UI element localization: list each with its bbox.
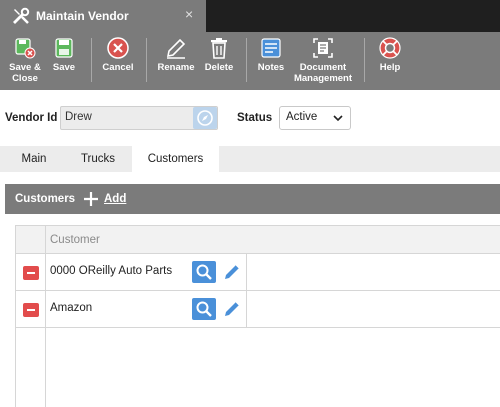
cancel-label: Cancel — [102, 62, 134, 73]
lifebuoy-icon — [379, 37, 401, 59]
grid-header: Customer — [16, 225, 500, 254]
search-button[interactable] — [192, 261, 216, 283]
window-tab[interactable]: Maintain Vendor × — [0, 0, 206, 32]
notes-icon — [261, 38, 281, 58]
help-label: Help — [379, 62, 401, 73]
add-label: Add — [104, 193, 127, 205]
save-close-icon — [15, 38, 36, 59]
customers-grid: Customer 0000 OReilly Auto Parts Amazon — [15, 225, 500, 407]
help-button[interactable]: Help — [374, 32, 406, 90]
toolbar-divider — [91, 38, 92, 82]
save-icon — [55, 38, 73, 58]
document-management-label: Document Management — [293, 62, 353, 84]
window-titlebar: Maintain Vendor × — [0, 0, 500, 32]
toolbar-divider — [246, 38, 247, 82]
search-icon — [196, 301, 212, 317]
tools-icon — [13, 7, 30, 24]
window-title: Maintain Vendor — [36, 9, 129, 23]
column-header-customer: Customer — [50, 234, 100, 246]
search-button[interactable] — [192, 298, 216, 320]
remove-row-button[interactable] — [23, 303, 39, 317]
customers-section-header: Customers Add — [5, 184, 500, 214]
plus-icon — [84, 192, 98, 206]
table-row[interactable]: Amazon — [16, 291, 500, 328]
customer-name: 0000 OReilly Auto Parts — [50, 265, 173, 277]
status-select[interactable]: Active — [279, 106, 351, 130]
vendor-id-value: Drew — [65, 111, 92, 123]
pencil-icon[interactable] — [221, 298, 243, 320]
tab-bar: Main Trucks Customers — [0, 146, 500, 172]
pencil-icon[interactable] — [221, 261, 243, 283]
close-icon[interactable]: × — [185, 6, 193, 22]
customer-name: Amazon — [50, 302, 93, 314]
delete-label: Delete — [204, 62, 234, 73]
tab-main[interactable]: Main — [5, 146, 63, 172]
tab-customers[interactable]: Customers — [132, 146, 219, 172]
document-scan-icon — [313, 38, 333, 58]
document-management-button[interactable]: Document Management — [292, 32, 354, 90]
vendor-lookup-button[interactable] — [193, 107, 217, 129]
rename-label: Rename — [157, 62, 195, 73]
table-row[interactable]: 0000 OReilly Auto Parts — [16, 254, 500, 291]
save-close-button[interactable]: Save & Close — [5, 32, 45, 90]
cancel-icon — [107, 37, 129, 59]
compass-icon — [197, 110, 213, 126]
search-icon — [196, 264, 212, 280]
add-customer-button[interactable]: Add — [82, 190, 126, 208]
toolbar-divider — [364, 38, 365, 82]
save-close-label: Save & Close — [9, 62, 41, 84]
delete-button[interactable]: Delete — [201, 32, 237, 90]
vendor-id-label: Vendor Id — [5, 112, 58, 124]
rename-button[interactable]: Rename — [155, 32, 197, 90]
notes-label: Notes — [257, 62, 285, 73]
rename-icon — [166, 38, 186, 59]
remove-row-button[interactable] — [23, 266, 39, 280]
toolbar-divider — [146, 38, 147, 82]
trash-icon — [211, 38, 227, 59]
cancel-button[interactable]: Cancel — [100, 32, 136, 90]
status-value: Active — [286, 111, 318, 123]
status-label: Status — [237, 112, 273, 124]
section-title: Customers — [15, 193, 76, 205]
save-label: Save — [52, 62, 76, 73]
notes-button[interactable]: Notes — [254, 32, 288, 90]
toolbar: Save & Close Save Cancel Rename Delete N… — [0, 32, 500, 90]
save-button[interactable]: Save — [47, 32, 81, 90]
tab-trucks[interactable]: Trucks — [66, 146, 130, 172]
chevron-down-icon — [333, 115, 343, 122]
